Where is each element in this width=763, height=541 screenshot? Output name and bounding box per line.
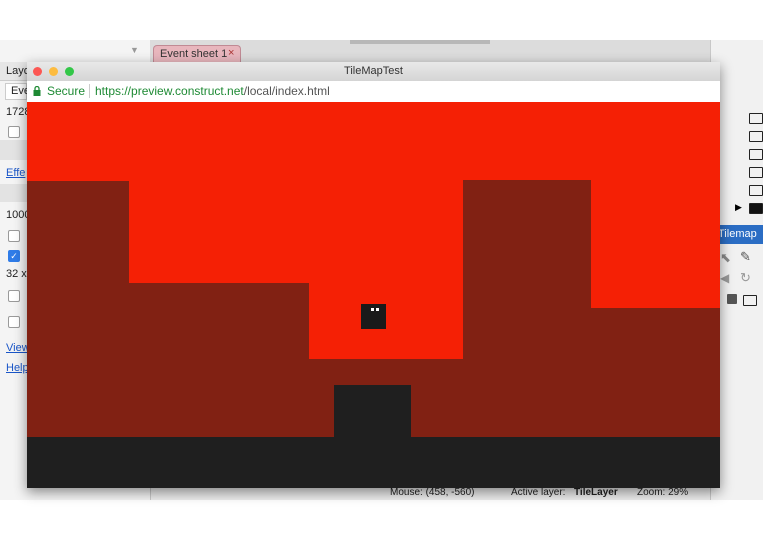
- help-link[interactable]: Help: [6, 362, 29, 374]
- property-checkbox[interactable]: [8, 290, 20, 302]
- url-path: /local/index.html: [243, 84, 330, 98]
- panel-dropdown-icon[interactable]: ▼: [130, 45, 139, 55]
- property-checkbox[interactable]: [8, 126, 20, 138]
- tab-event-sheet-label: Event sheet 1: [160, 48, 228, 60]
- window-title: TileMapTest: [344, 65, 403, 77]
- tilemap-label: Tilemap: [718, 228, 757, 240]
- url-base: https://preview.construct.net: [95, 84, 244, 98]
- zoom-level: Zoom: 29%: [637, 487, 689, 498]
- ground-block: [334, 385, 411, 437]
- property-checkbox-checked[interactable]: ✓: [8, 250, 20, 262]
- active-layer-label: Active layer:: [511, 487, 566, 498]
- folder-icon[interactable]: [749, 185, 763, 196]
- game-canvas[interactable]: [27, 102, 720, 488]
- close-icon[interactable]: ×: [228, 47, 234, 59]
- property-size: 32 x: [6, 268, 27, 280]
- player-sprite[interactable]: [361, 304, 386, 329]
- preview-window: TileMapTest Secure https://preview.const…: [27, 62, 720, 488]
- mouse-position: Mouse: (458, -560): [390, 487, 475, 498]
- events-tab[interactable]: Eve: [5, 83, 30, 100]
- player-eye: [371, 308, 374, 311]
- rotate-tool-icon[interactable]: ↻: [740, 270, 751, 286]
- secure-label: Secure: [47, 84, 86, 98]
- folder-filled-icon[interactable]: [749, 203, 763, 214]
- save-icon[interactable]: [727, 294, 737, 304]
- address-bar[interactable]: Secure https://preview.construct.net/loc…: [27, 81, 720, 103]
- folder-icon[interactable]: [749, 113, 763, 124]
- folder-icon[interactable]: [749, 149, 763, 160]
- active-layer-value: TileLayer: [574, 487, 618, 498]
- url-separator: [89, 84, 90, 98]
- pointer-tool-icon[interactable]: ⬉: [720, 250, 731, 266]
- url[interactable]: https://preview.construct.net/local/inde…: [95, 84, 330, 98]
- pencil-tool-icon[interactable]: ✎: [740, 249, 751, 265]
- ground-floor: [27, 437, 720, 488]
- mirror-tool-icon[interactable]: ◀: [720, 271, 729, 285]
- toolbar-strip: [350, 40, 490, 44]
- status-bar: Mouse: (458, -560) Active layer: TileLay…: [390, 486, 710, 500]
- folder-icon[interactable]: [749, 167, 763, 178]
- window-titlebar: TileMapTest: [27, 62, 720, 81]
- property-checkbox[interactable]: [8, 316, 20, 328]
- folder-icon[interactable]: [749, 131, 763, 142]
- effects-link[interactable]: Effe: [6, 167, 25, 179]
- property-checkbox[interactable]: [8, 230, 20, 242]
- expand-arrow-icon[interactable]: ▶: [735, 202, 742, 213]
- open-folder-icon[interactable]: [743, 295, 757, 306]
- player-eye: [376, 308, 379, 311]
- lock-icon: [33, 86, 41, 96]
